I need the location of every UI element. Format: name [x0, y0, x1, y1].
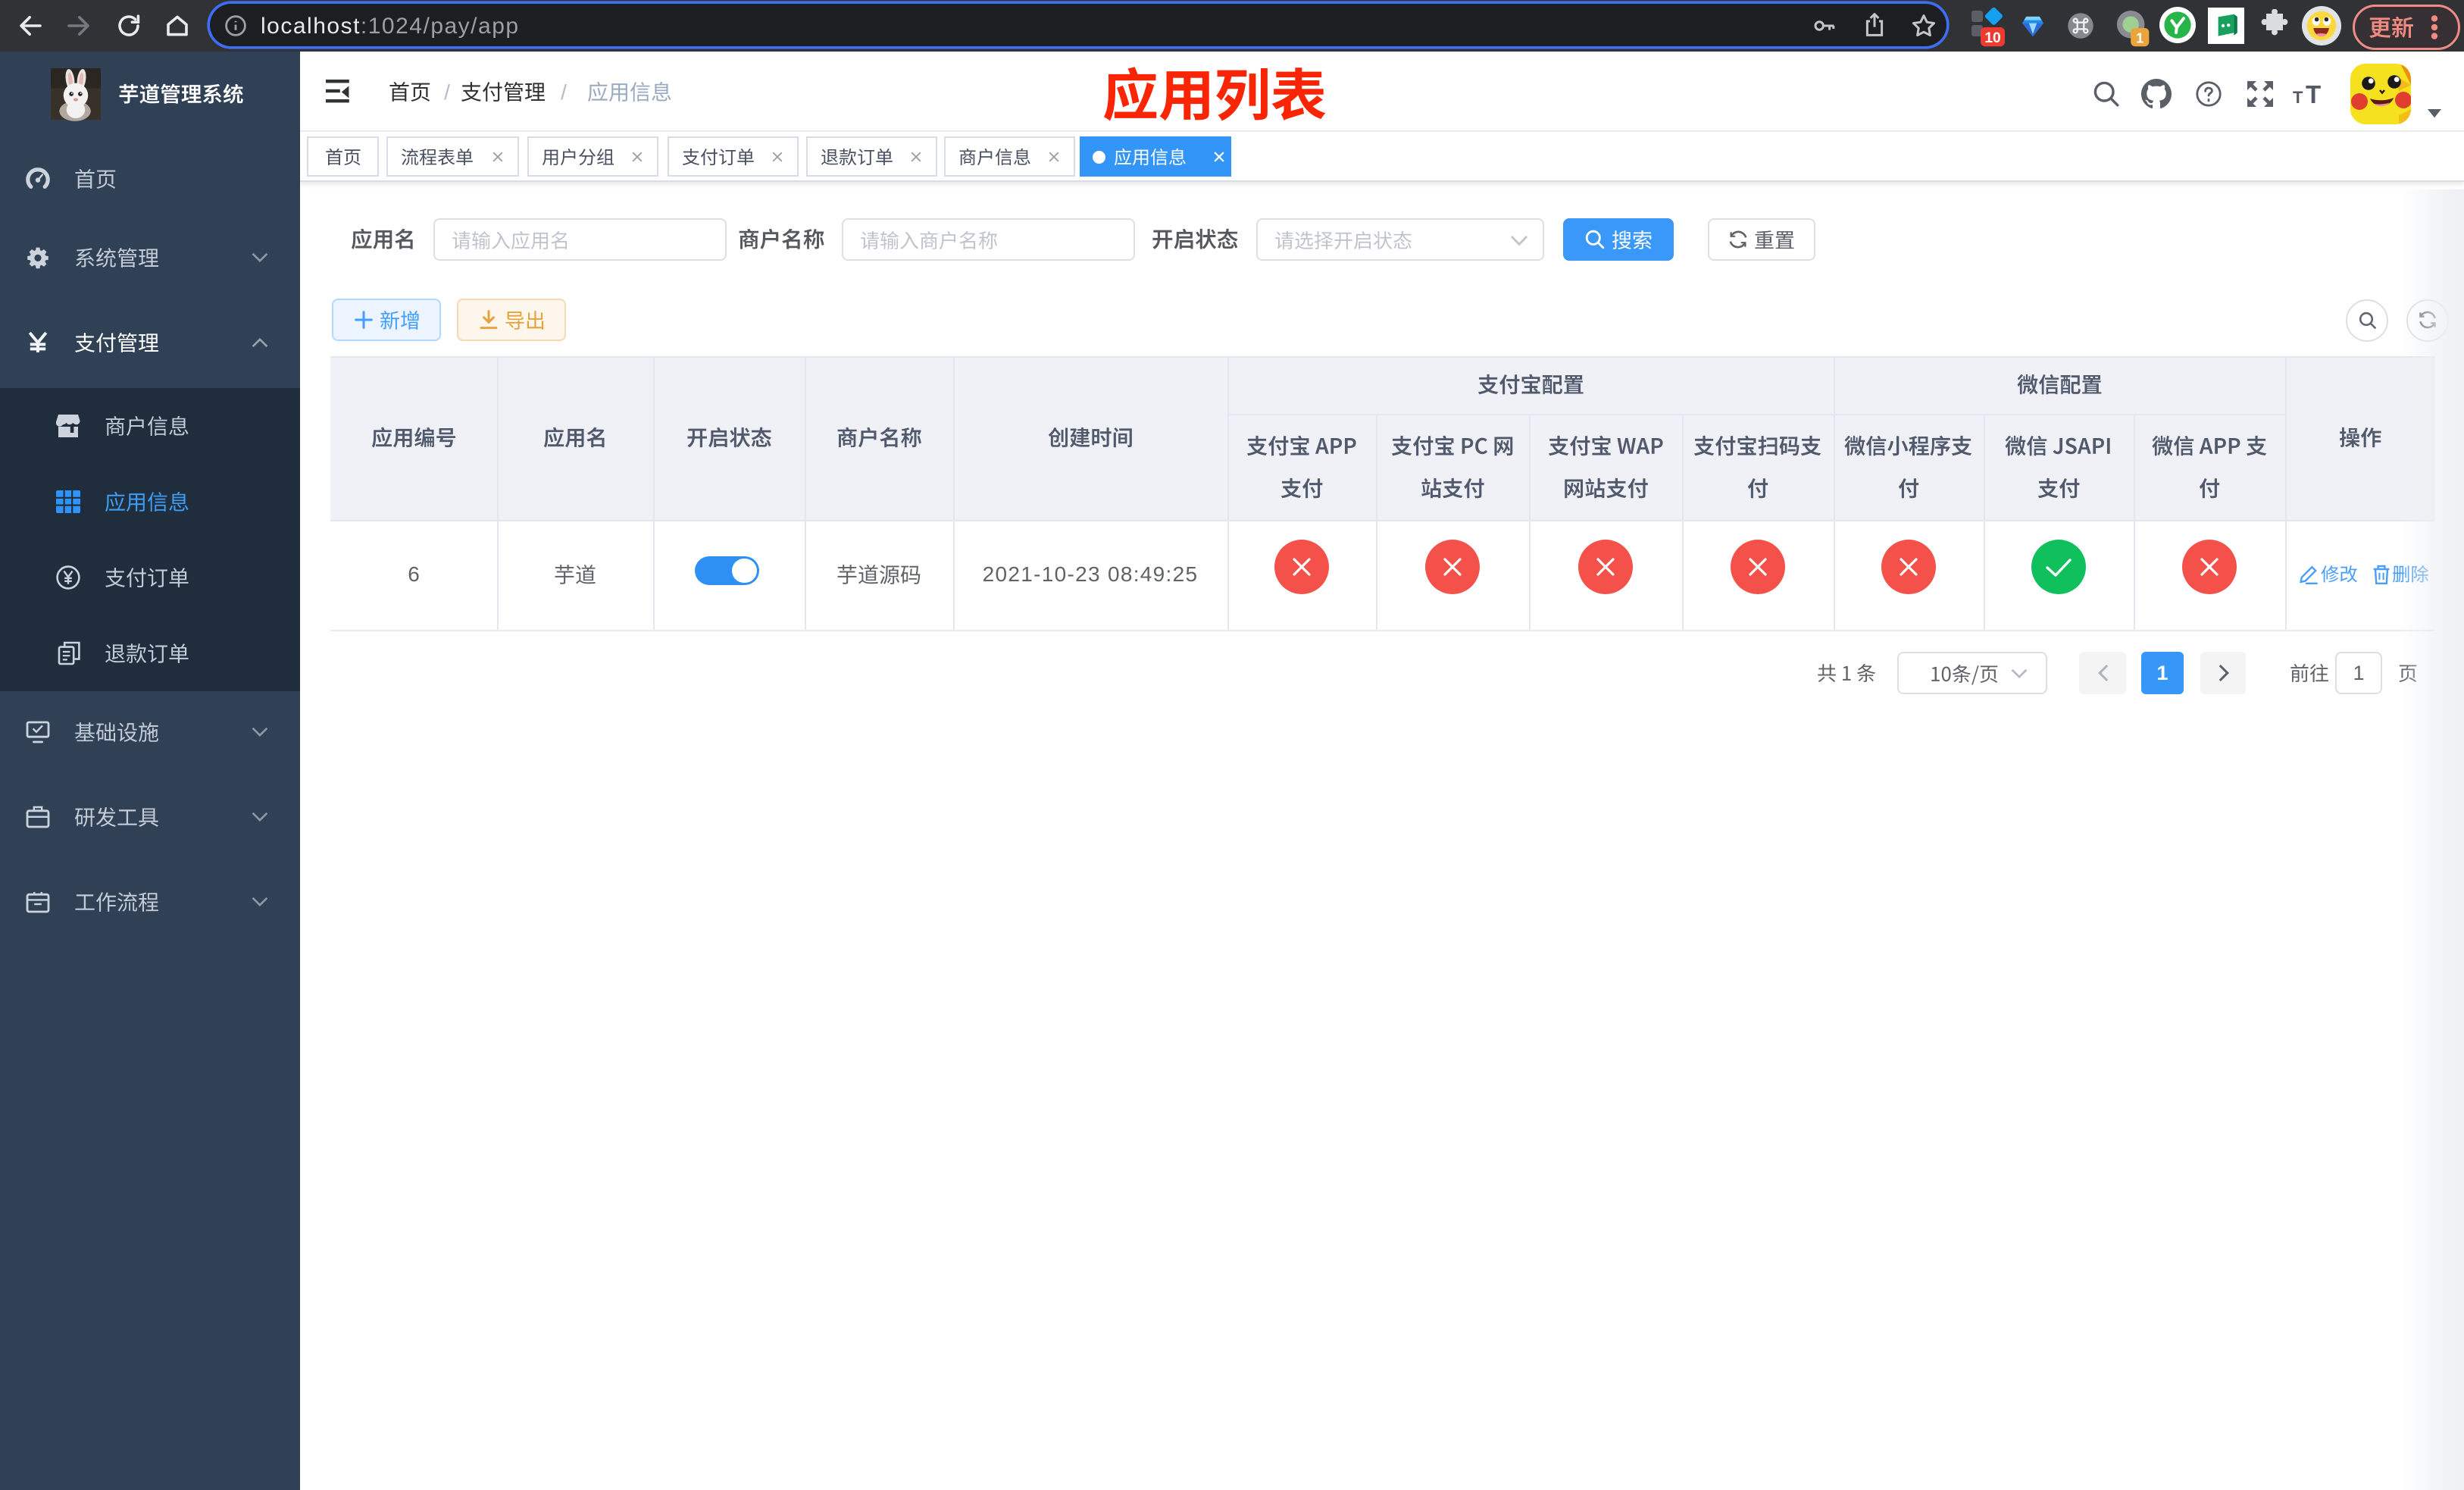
svg-text:10: 10 — [1984, 30, 2000, 46]
svg-text:1: 1 — [2136, 30, 2143, 46]
